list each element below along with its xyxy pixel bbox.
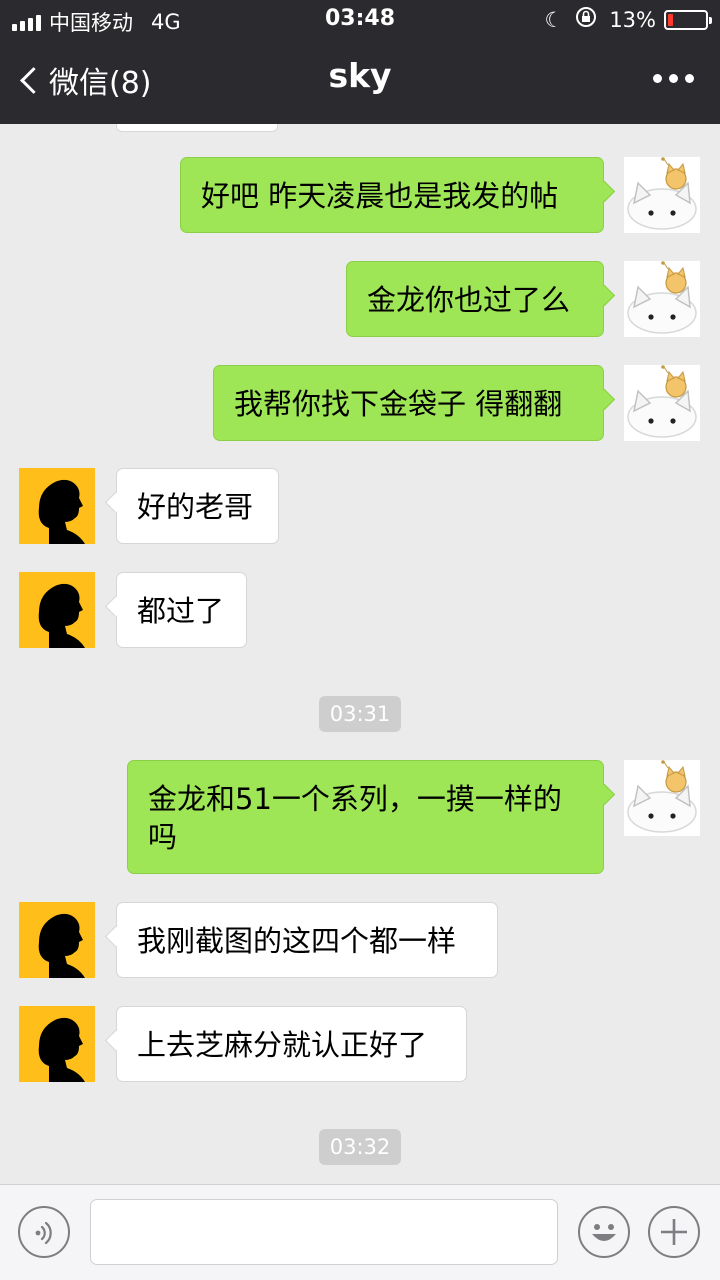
message-bubble-received[interactable]: 好的老哥	[116, 468, 279, 544]
chat-area[interactable]: 好吧 昨天凌晨也是我发的帖 金龙你也过了么 我帮你找下金袋子 得翻翻 好的老哥 …	[0, 124, 720, 1184]
battery-icon	[664, 9, 712, 30]
message-bubble-sent[interactable]: 金龙和51一个系列，一摸一样的吗	[127, 760, 604, 874]
contact-avatar[interactable]	[19, 902, 95, 978]
silhouette-image	[38, 913, 85, 978]
plus-icon	[661, 1219, 687, 1245]
message-bubble-sent[interactable]: 我帮你找下金袋子 得翻翻	[213, 365, 604, 441]
message-bubble-received[interactable]: 我刚截图的这四个都一样	[116, 902, 498, 978]
my-avatar[interactable]	[624, 261, 700, 337]
timestamp-label: 03:31	[318, 696, 402, 732]
my-avatar[interactable]	[624, 365, 700, 441]
message-bubble-received[interactable]: 上去芝麻分就认正好了	[116, 1006, 467, 1082]
cat-mascot-image	[627, 760, 697, 833]
status-right: ☾ 13%	[544, 6, 712, 33]
timestamp: 03:32	[0, 1129, 720, 1165]
voice-icon	[35, 1221, 52, 1245]
cat-mascot-image	[627, 261, 697, 334]
timestamp-label: 03:32	[318, 1129, 402, 1165]
rotation-lock-icon	[575, 6, 597, 33]
status-bar: 中国移动 4G 03:48 ☾ 13%	[0, 0, 720, 38]
previous-message-edge	[116, 124, 278, 132]
voice-button[interactable]	[18, 1206, 70, 1258]
silhouette-image	[38, 479, 85, 544]
cat-mascot-image	[627, 365, 697, 438]
moon-icon: ☾	[544, 7, 564, 32]
silhouette-image	[38, 583, 85, 648]
input-bar	[0, 1184, 720, 1280]
message-input[interactable]	[90, 1199, 558, 1265]
chat-title: sky	[328, 56, 392, 95]
silhouette-image	[38, 1017, 85, 1082]
contact-avatar[interactable]	[19, 572, 95, 648]
message-bubble-sent[interactable]: 好吧 昨天凌晨也是我发的帖	[180, 157, 604, 233]
message-bubble-sent[interactable]: 金龙你也过了么	[346, 261, 604, 337]
message-bubble-received[interactable]: 都过了	[116, 572, 247, 648]
emoji-button[interactable]	[578, 1206, 630, 1258]
nav-bar: 微信(8) sky	[0, 38, 720, 124]
battery-percent: 13%	[609, 7, 656, 32]
more-icon[interactable]	[653, 74, 694, 83]
cat-mascot-image	[627, 157, 697, 230]
my-avatar[interactable]	[624, 760, 700, 836]
header: 中国移动 4G 03:48 ☾ 13% 微信(8) sky	[0, 0, 720, 124]
emoji-icon	[592, 1224, 616, 1241]
contact-avatar[interactable]	[19, 1006, 95, 1082]
more-functions-button[interactable]	[648, 1206, 700, 1258]
contact-avatar[interactable]	[19, 468, 95, 544]
timestamp: 03:31	[0, 696, 720, 732]
my-avatar[interactable]	[624, 157, 700, 233]
battery-level	[668, 13, 673, 26]
